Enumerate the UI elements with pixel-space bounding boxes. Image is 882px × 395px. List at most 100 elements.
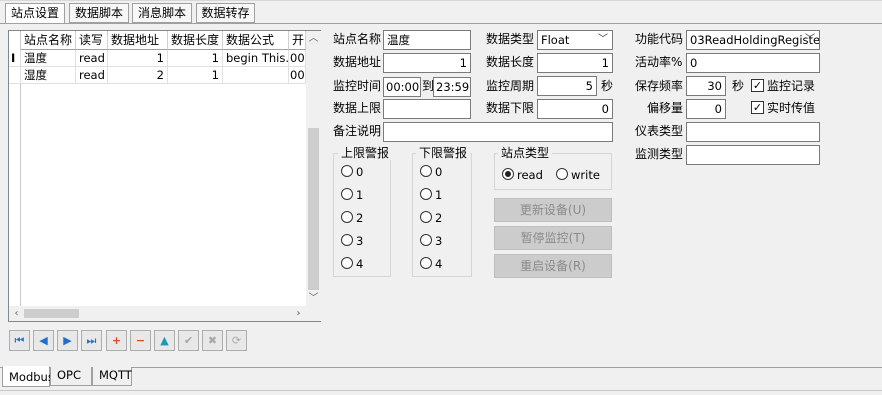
tab-data-script[interactable]: 数据脚本 <box>69 3 129 23</box>
table-cell-name[interactable]: 湿度 <box>21 67 76 84</box>
upper-alarm-radio-3[interactable] <box>341 234 353 246</box>
vertical-scroll-thumb[interactable] <box>308 128 319 290</box>
function-code-select[interactable]: 03ReadHoldingRegister ﹀ <box>686 30 820 50</box>
scroll-down-icon[interactable]: ﹀ <box>306 291 321 306</box>
scroll-up-icon[interactable]: ︿ <box>306 31 321 46</box>
table-cell-name[interactable]: 温度 <box>21 50 76 67</box>
lower-alarm-radio-0[interactable] <box>420 165 432 177</box>
table-cell-formula[interactable]: begin This.D <box>223 50 289 67</box>
upper-alarm-radio-4[interactable] <box>341 257 353 269</box>
lower-alarm-radio-4[interactable] <box>420 257 432 269</box>
table-cell-formula[interactable] <box>223 67 289 84</box>
last-record-button[interactable]: ⏭ <box>81 330 102 351</box>
lower-limit-field[interactable]: 0 <box>537 99 613 119</box>
table-cell-open[interactable]: 00 <box>289 50 306 67</box>
station-type-write-label: write <box>571 168 600 182</box>
lower-alarm-radio-1[interactable] <box>420 188 432 200</box>
tab-opc[interactable]: OPC <box>50 367 92 386</box>
tab-modbus[interactable]: Modbus <box>2 366 54 387</box>
station-name-field[interactable]: 温度 <box>383 30 471 50</box>
table-cell-address[interactable]: 2 <box>108 67 168 84</box>
monitor-type-field[interactable] <box>686 145 820 165</box>
remark-field[interactable] <box>383 122 613 142</box>
station-type-write-radio[interactable] <box>556 168 568 180</box>
row-indicator <box>9 67 21 84</box>
lower-alarm-title: 下限警报 <box>416 146 471 160</box>
realtime-checkbox[interactable]: ✓ <box>751 101 764 114</box>
monitor-period-label: 监控周期 <box>486 79 535 93</box>
tab-data-dump[interactable]: 数据转存 <box>196 3 255 23</box>
tab-mqtt[interactable]: MQTT <box>92 367 132 386</box>
monitor-time-label: 监控时间 <box>333 79 382 93</box>
insert-record-button[interactable]: + <box>106 330 127 351</box>
monitor-time-to-field[interactable]: 23:59 <box>433 77 471 97</box>
upper-alarm-radio-0[interactable] <box>341 165 353 177</box>
meter-type-field[interactable] <box>686 122 820 142</box>
upper-alarm-option-label: 1 <box>356 188 364 202</box>
table-cell-rw[interactable]: read <box>76 50 108 67</box>
column-header-address[interactable]: 数据地址 <box>108 31 168 50</box>
data-type-select[interactable]: Float ﹀ <box>537 30 613 50</box>
table-cell-open[interactable]: 00 <box>289 67 306 84</box>
column-header-rw[interactable]: 读写 <box>76 31 108 50</box>
upper-alarm-radio-1[interactable] <box>341 188 353 200</box>
data-address-field[interactable]: 1 <box>383 53 471 73</box>
upper-alarm-option-label: 2 <box>356 211 364 225</box>
table-cell-address[interactable]: 1 <box>108 50 168 67</box>
update-device-button[interactable]: 更新设备(U) <box>494 198 612 222</box>
upper-limit-field[interactable] <box>383 99 471 119</box>
restart-device-button[interactable]: 重启设备(R) <box>494 254 612 278</box>
bottom-tab-border <box>0 367 882 368</box>
scroll-left-icon[interactable]: ‹ <box>9 306 24 321</box>
chevron-down-icon: ﹀ <box>598 34 608 45</box>
column-header-name[interactable]: 站点名称 <box>21 31 76 50</box>
upper-alarm-title: 上限警报 <box>338 146 393 160</box>
check-icon: ✓ <box>752 79 763 92</box>
data-length-label: 数据长度 <box>486 55 535 69</box>
column-header-length[interactable]: 数据长度 <box>168 31 223 50</box>
prior-record-button[interactable]: ◀ <box>33 330 54 351</box>
horizontal-scroll-thumb[interactable] <box>24 309 79 318</box>
activity-rate-label: 活动率% <box>635 55 683 69</box>
scroll-right-icon[interactable]: › <box>291 306 306 321</box>
lower-alarm-option-label: 1 <box>435 188 443 202</box>
cross-icon: ✖ <box>207 334 218 347</box>
delete-record-button[interactable]: − <box>130 330 151 351</box>
tab-message-script[interactable]: 消息脚本 <box>132 3 192 23</box>
lower-limit-label: 数据下限 <box>486 101 535 115</box>
activity-rate-field[interactable]: 0 <box>686 53 820 73</box>
data-length-field[interactable]: 1 <box>537 53 613 73</box>
tab-station-settings[interactable]: 站点设置 <box>5 3 65 24</box>
save-frequency-field[interactable]: 30 <box>686 76 726 96</box>
window-bottom-border <box>0 390 882 391</box>
save-unit-label: 秒 <box>732 79 745 93</box>
chevron-down-icon: ﹀ <box>805 34 815 45</box>
station-grid[interactable]: 站点名称 读写 数据地址 数据长度 数据公式 开 I 温度 read 1 1 b… <box>8 30 321 322</box>
refresh-button[interactable]: ⟳ <box>226 330 247 351</box>
pause-monitor-button[interactable]: 暂停监控(T) <box>494 226 612 250</box>
station-type-read-label: read <box>517 168 543 182</box>
first-record-button[interactable]: ⏮ <box>9 330 30 351</box>
upper-limit-label: 数据上限 <box>333 101 382 115</box>
table-cell-length[interactable]: 1 <box>168 67 223 84</box>
lower-alarm-radio-3[interactable] <box>420 234 432 246</box>
upper-alarm-option-label: 4 <box>356 257 364 271</box>
refresh-icon: ⟳ <box>231 334 242 347</box>
next-record-button[interactable]: ▶ <box>57 330 78 351</box>
monitor-period-field[interactable]: 5 <box>537 76 597 96</box>
monitor-time-from-field[interactable]: 00:00 <box>383 77 421 97</box>
table-cell-length[interactable]: 1 <box>168 50 223 67</box>
check-icon: ✓ <box>752 101 763 114</box>
offset-field[interactable]: 0 <box>686 99 726 119</box>
function-code-value: 03ReadHoldingRegister <box>690 33 820 47</box>
column-header-open[interactable]: 开 <box>289 31 306 50</box>
post-record-button[interactable]: ✔ <box>178 330 199 351</box>
table-cell-rw[interactable]: read <box>76 67 108 84</box>
station-type-read-radio[interactable] <box>502 168 514 180</box>
edit-record-button[interactable]: ▲ <box>154 330 175 351</box>
lower-alarm-radio-2[interactable] <box>420 211 432 223</box>
upper-alarm-radio-2[interactable] <box>341 211 353 223</box>
cancel-record-button[interactable]: ✖ <box>202 330 223 351</box>
column-header-formula[interactable]: 数据公式 <box>223 31 289 50</box>
monitor-record-checkbox[interactable]: ✓ <box>751 79 764 92</box>
